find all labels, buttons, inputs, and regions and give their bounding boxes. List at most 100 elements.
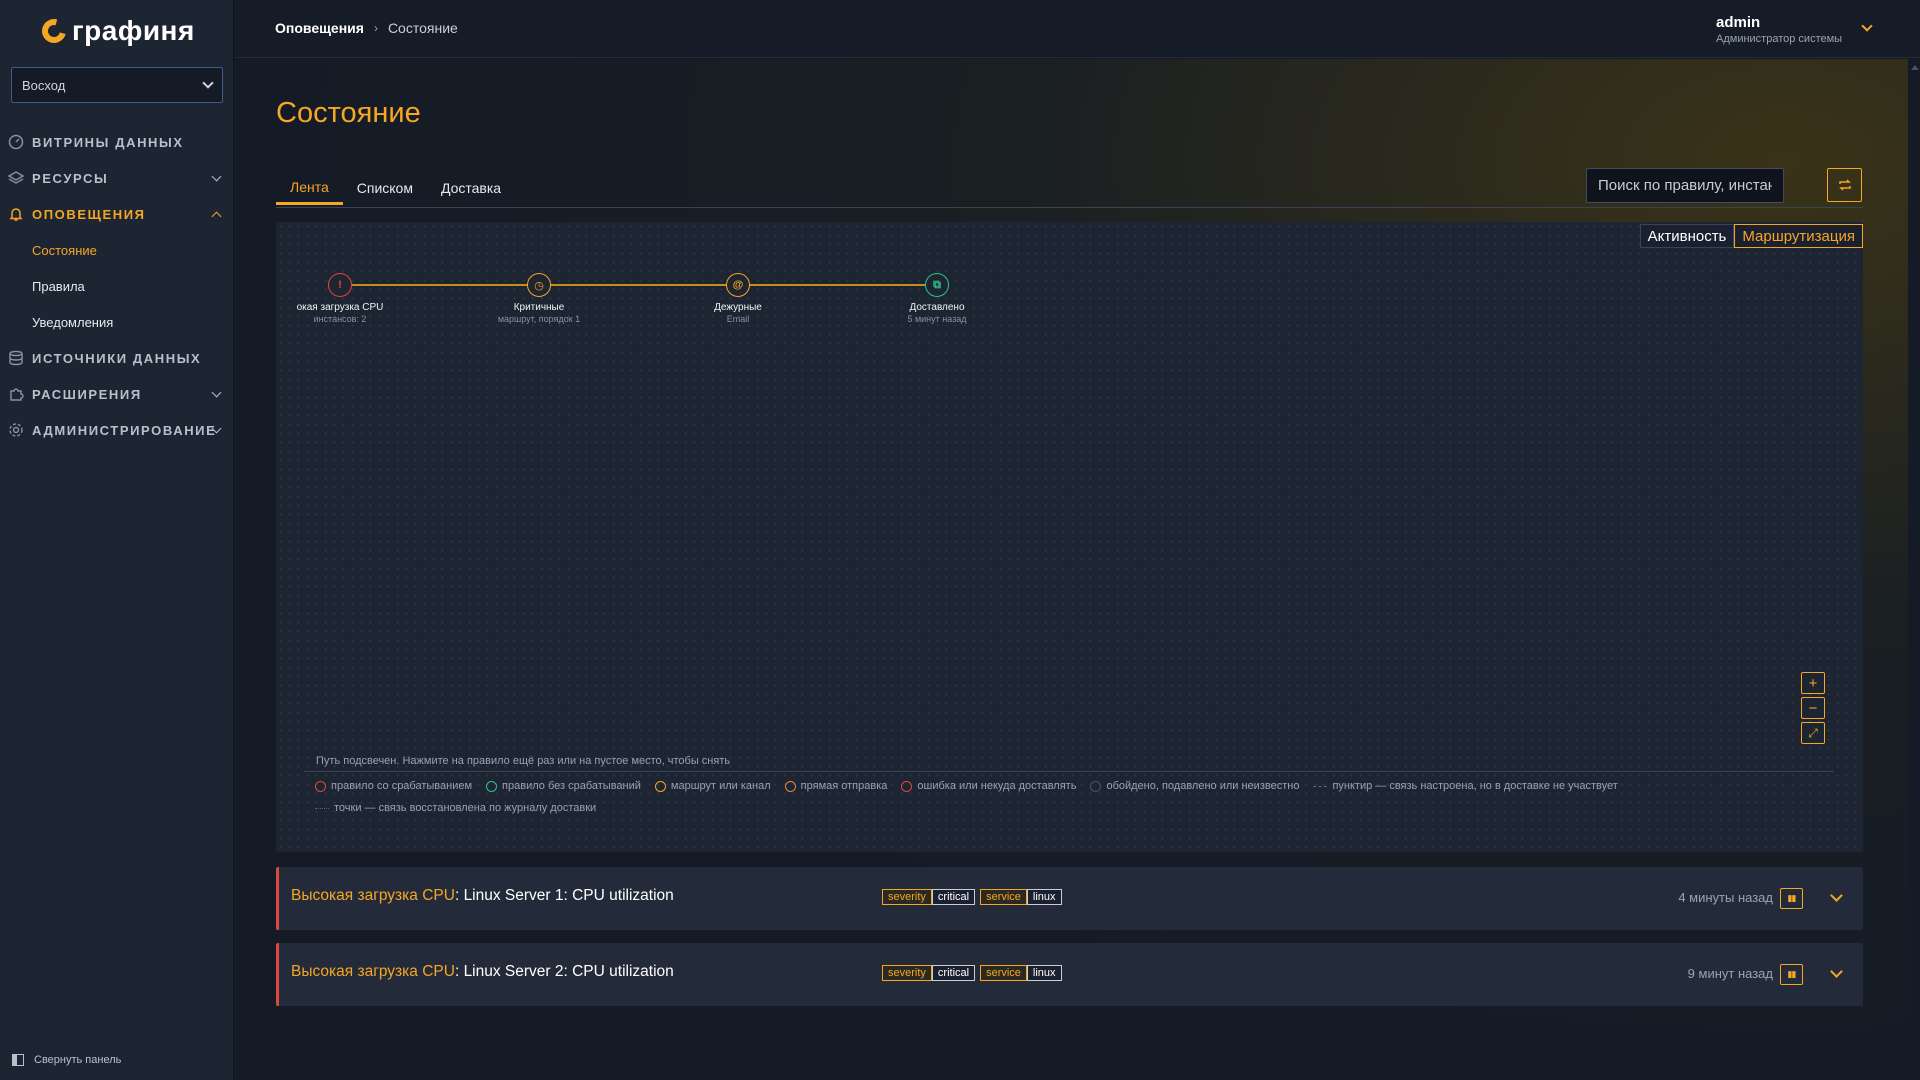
top-bar: Оповещения › Состояние admin Администрат… bbox=[235, 0, 1920, 58]
legend-label: маршрут или канал bbox=[670, 780, 771, 792]
graph-hint: Путь подсвечен. Нажмите на правило ещё р… bbox=[316, 755, 731, 767]
user-role: Администратор системы bbox=[1716, 33, 1843, 45]
breadcrumb-current: Состояние bbox=[387, 20, 458, 36]
graph-node-rule[interactable]: ! окая загрузка CPU инстансов: 2 bbox=[290, 273, 390, 324]
graph-node-channel[interactable]: @ Дежурные Email bbox=[688, 273, 788, 324]
tab-delivery[interactable]: Доставка bbox=[427, 171, 515, 205]
email-icon: @ bbox=[726, 273, 750, 297]
chevron-up-icon bbox=[211, 211, 222, 222]
zoom-in-button[interactable]: + bbox=[1801, 672, 1825, 694]
mode-activity-button[interactable]: Активность bbox=[1639, 224, 1735, 248]
chevron-down-icon bbox=[211, 171, 222, 182]
label-value: linux bbox=[1026, 889, 1062, 905]
legend-item: правило со срабатыванием bbox=[315, 778, 472, 794]
legend-item: правило без срабатываний bbox=[486, 778, 641, 794]
pause-button[interactable]: ▮▮ bbox=[1780, 964, 1803, 985]
sidebar: графиня Восход ВИТРИНЫ ДАННЫХ РЕСУРСЫ ОП… bbox=[0, 0, 234, 1080]
sidebar-item-label: РАСШИРЕНИЯ bbox=[32, 386, 142, 402]
node-sub: маршрут, порядок 1 bbox=[497, 314, 581, 324]
legend-label: ошибка или некуда доставлять bbox=[917, 780, 1077, 792]
layers-icon bbox=[8, 170, 24, 186]
legend-item: маршрут или канал bbox=[654, 778, 771, 794]
dashboard-icon bbox=[8, 134, 24, 150]
node-label: окая загрузка CPU bbox=[296, 302, 384, 313]
gear-icon bbox=[8, 422, 24, 438]
fit-view-button[interactable]: ⤢ bbox=[1801, 722, 1825, 744]
logo[interactable]: графиня bbox=[37, 14, 195, 48]
chevron-down-icon bbox=[202, 77, 214, 89]
user-menu[interactable]: admin Администратор системы bbox=[1716, 14, 1842, 45]
tab-list[interactable]: Списком bbox=[343, 171, 427, 205]
collapse-label: Свернуть панель bbox=[34, 1054, 122, 1066]
alert-row[interactable]: Высокая загрузка CPU: Linux Server 2: CP… bbox=[276, 943, 1863, 1006]
graph-node-delivered[interactable]: ⧉ Доставлено 5 минут назад bbox=[887, 273, 987, 324]
pause-button[interactable]: ▮▮ bbox=[1780, 888, 1803, 909]
mode-routing-button[interactable]: Маршрутизация bbox=[1734, 224, 1863, 248]
legend-label: точки — связь восстановлена по журналу д… bbox=[334, 802, 597, 814]
legend-label: правило без срабатываний bbox=[502, 780, 641, 792]
refresh-icon bbox=[1838, 179, 1851, 191]
alert-row[interactable]: Высокая загрузка CPU: Linux Server 1: CP… bbox=[276, 867, 1863, 930]
tab-feed[interactable]: Лента bbox=[276, 171, 343, 205]
search-input[interactable] bbox=[1586, 168, 1784, 203]
breadcrumb-root[interactable]: Оповещения bbox=[275, 20, 364, 36]
routing-graph[interactable]: Активность Маршрутизация ! окая загрузка… bbox=[276, 222, 1863, 852]
graph-mode-toggle: Активность Маршрутизация bbox=[1639, 224, 1863, 248]
sidebar-subitem-state[interactable]: Состояние bbox=[0, 232, 234, 268]
chevron-down-icon[interactable] bbox=[1830, 889, 1843, 902]
sidebar-item-alerting[interactable]: ОПОВЕЩЕНИЯ bbox=[0, 196, 234, 232]
node-label: Дежурные bbox=[714, 302, 762, 313]
main-content: Состояние Лента Списком Доставка Активно… bbox=[235, 59, 1920, 1080]
org-select[interactable]: Восход bbox=[11, 67, 223, 103]
graph-legend: правило со срабатыванием правило без сра… bbox=[315, 778, 1855, 816]
puzzle-icon bbox=[8, 386, 24, 402]
legend-divider bbox=[304, 771, 1834, 772]
alert-rule-name[interactable]: Высокая загрузка CPU bbox=[291, 887, 455, 904]
page-scrollbar[interactable] bbox=[1908, 59, 1920, 1080]
sidebar-item-dashboards[interactable]: ВИТРИНЫ ДАННЫХ bbox=[0, 124, 234, 160]
node-sub: инстансов: 2 bbox=[313, 314, 367, 324]
label-key: severity bbox=[882, 965, 932, 981]
legend-dash bbox=[1313, 785, 1328, 787]
label-chip: service linux bbox=[980, 889, 1062, 905]
alert-rule-name[interactable]: Высокая загрузка CPU bbox=[291, 963, 455, 980]
chevron-down-icon bbox=[211, 387, 222, 398]
breadcrumb: Оповещения › Состояние bbox=[275, 20, 458, 36]
node-label: Критичные bbox=[513, 302, 565, 313]
sidebar-item-datasources[interactable]: ИСТОЧНИКИ ДАННЫХ bbox=[0, 340, 234, 376]
legend-item: точки — связь восстановлена по журналу д… bbox=[315, 800, 596, 816]
chevron-down-icon[interactable] bbox=[1830, 965, 1843, 978]
breadcrumb-separator: › bbox=[373, 21, 378, 35]
collapse-panel-button[interactable]: Свернуть панель bbox=[12, 1054, 121, 1066]
alert-title-sep: : bbox=[454, 887, 464, 904]
legend-dot bbox=[901, 780, 913, 792]
page-title: Состояние bbox=[276, 97, 421, 129]
alert-title-sep: : bbox=[454, 963, 464, 980]
sidebar-item-label: РЕСУРСЫ bbox=[32, 170, 109, 186]
label-key: service bbox=[980, 889, 1027, 905]
legend-dot bbox=[315, 780, 326, 792]
logo-text: графиня bbox=[72, 15, 195, 46]
sidebar-item-plugins[interactable]: РАСШИРЕНИЯ bbox=[0, 376, 234, 412]
node-sub: 5 минут назад bbox=[907, 314, 967, 324]
label-chip: service linux bbox=[980, 965, 1062, 981]
label-value: critical bbox=[931, 889, 976, 905]
zoom-out-button[interactable]: − bbox=[1801, 697, 1825, 719]
database-icon bbox=[8, 350, 24, 366]
refresh-button[interactable] bbox=[1827, 168, 1862, 202]
legend-dot bbox=[1090, 780, 1102, 792]
sidebar-item-label: ИСТОЧНИКИ ДАННЫХ bbox=[32, 350, 202, 366]
label-chip: severity critical bbox=[882, 889, 976, 905]
alert-time: 9 минут назад bbox=[1687, 966, 1773, 981]
sidebar-item-label: АДМИНИСТРИРОВАНИЕ bbox=[32, 422, 217, 438]
sidebar-subitem-notifications[interactable]: Уведомления bbox=[0, 304, 234, 340]
sidebar-item-label: ОПОВЕЩЕНИЯ bbox=[32, 206, 146, 222]
sidebar-subitem-rules[interactable]: Правила bbox=[0, 268, 234, 304]
sidebar-item-administration[interactable]: АДМИНИСТРИРОВАНИЕ bbox=[0, 412, 234, 448]
graph-node-route[interactable]: ◷ Критичные маршрут, порядок 1 bbox=[489, 273, 589, 324]
sidebar-item-resources[interactable]: РЕСУРСЫ bbox=[0, 160, 234, 196]
chevron-down-icon[interactable] bbox=[1861, 20, 1873, 32]
legend-dot bbox=[784, 780, 796, 792]
legend-item: пунктир — связь настроена, но в доставке… bbox=[1313, 778, 1618, 794]
legend-dots bbox=[315, 807, 329, 809]
